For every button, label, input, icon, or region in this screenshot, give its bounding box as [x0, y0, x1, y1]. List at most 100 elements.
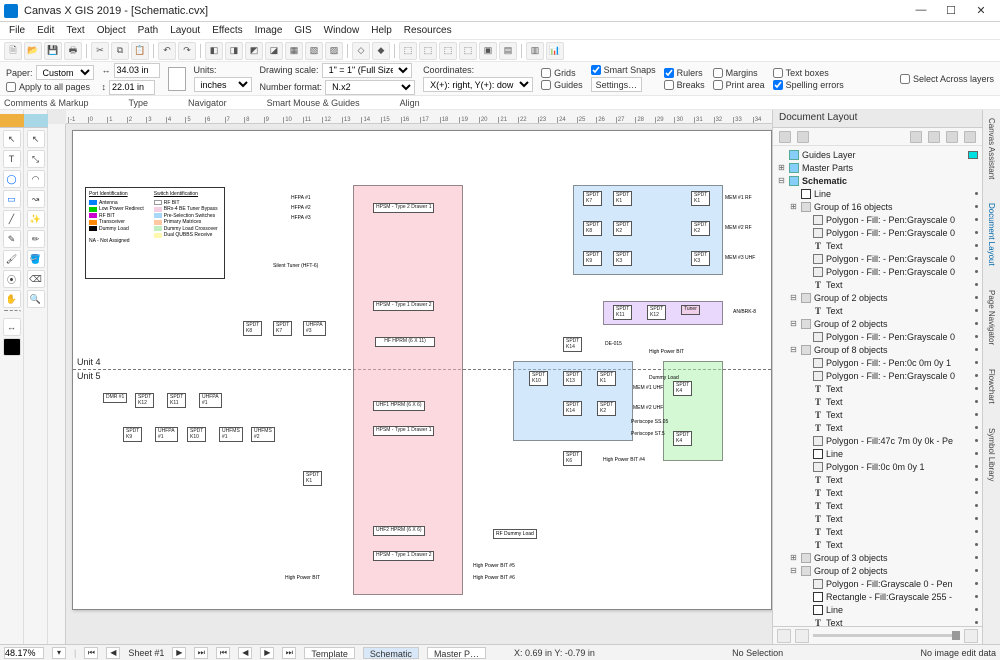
pointer-tool-icon[interactable]: ↖ — [3, 130, 21, 148]
menu-help[interactable]: Help — [366, 24, 397, 37]
paste-icon[interactable]: 📋 — [131, 42, 149, 60]
select-across-checkbox[interactable] — [900, 74, 910, 84]
tree-node[interactable]: TText — [777, 278, 978, 291]
units-select[interactable]: inches — [194, 77, 252, 92]
side-tab-document-layout[interactable]: Document Layout — [987, 201, 996, 268]
arrowline-icon[interactable]: ↔ — [3, 318, 21, 336]
hand-tool-icon[interactable]: ✋ — [3, 290, 21, 308]
footer-icon[interactable] — [777, 629, 791, 643]
tool-icon[interactable]: ▦ — [285, 42, 303, 60]
nav-icon[interactable]: ⏮ — [216, 647, 230, 659]
next-page-icon[interactable]: ▶ — [172, 647, 186, 659]
smart-snaps-checkbox[interactable] — [591, 65, 601, 75]
bucket-tool-icon[interactable]: 🪣 — [27, 250, 45, 268]
tree-node[interactable]: Polygon - Fill: - Pen:Grayscale 0 — [777, 226, 978, 239]
text-tool-icon[interactable]: T — [3, 150, 21, 168]
tree-node[interactable]: ⊟Group of 2 objects — [777, 317, 978, 330]
tool-icon[interactable]: ◧ — [205, 42, 223, 60]
tree-node[interactable]: Polygon - Fill: - Pen:0c 0m 0y 1 — [777, 356, 978, 369]
guides-checkbox[interactable] — [541, 80, 551, 90]
palette-handle[interactable] — [24, 114, 48, 128]
duplicate-layer-icon[interactable] — [797, 131, 809, 143]
subtab-smart[interactable]: Smart Mouse & Guides — [267, 98, 360, 108]
tool-icon[interactable]: ⬚ — [439, 42, 457, 60]
menu-resources[interactable]: Resources — [399, 24, 457, 37]
side-tab-page-navigator[interactable]: Page Navigator — [987, 288, 996, 347]
nav-icon[interactable]: ▶ — [260, 647, 274, 659]
tree-node[interactable]: Polygon - Fill: - Pen:Grayscale 0 — [777, 252, 978, 265]
tree-node[interactable]: ⊟Schematic — [777, 174, 978, 187]
breaks-checkbox[interactable] — [664, 80, 674, 90]
open-icon[interactable]: 📂 — [24, 42, 42, 60]
maximize-button[interactable]: ☐ — [936, 4, 966, 17]
footer-icon[interactable] — [795, 629, 809, 643]
eraser-tool-icon[interactable]: ⌫ — [27, 270, 45, 288]
tree-node[interactable]: TText — [777, 512, 978, 525]
tree-node[interactable]: ⊞Master Parts — [777, 161, 978, 174]
prev-page-icon[interactable]: ◀ — [106, 647, 120, 659]
print-layer-icon[interactable] — [946, 131, 958, 143]
tree-node[interactable]: Line — [777, 603, 978, 616]
lasso-tool-icon[interactable]: ◠ — [27, 170, 45, 188]
node-tool-icon[interactable]: ⤡ — [27, 150, 45, 168]
tree-node[interactable]: Line — [777, 187, 978, 200]
tree-node[interactable]: ⊟Group of 8 objects — [777, 343, 978, 356]
tree-node[interactable]: TText — [777, 616, 978, 626]
direct-select-icon[interactable]: ↖ — [27, 130, 45, 148]
menu-layout[interactable]: Layout — [165, 24, 205, 37]
path-tool-icon[interactable]: ↝ — [27, 190, 45, 208]
visibility-icon[interactable] — [910, 131, 922, 143]
palette-handle[interactable] — [0, 114, 24, 128]
tool-icon[interactable]: ◩ — [245, 42, 263, 60]
text-boxes-checkbox[interactable] — [773, 68, 783, 78]
tree-node[interactable]: Polygon - Fill:Grayscale 0 - Pen — [777, 577, 978, 590]
eyedrop-tool-icon[interactable]: ⦿ — [3, 270, 21, 288]
tree-node[interactable]: TText — [777, 395, 978, 408]
new-file-icon[interactable]: 🗎 — [4, 42, 22, 60]
tree-node[interactable]: Polygon - Fill:0c 0m 0y 1 — [777, 460, 978, 473]
subtab-align[interactable]: Align — [400, 98, 420, 108]
tree-node[interactable]: Polygon - Fill: - Pen:Grayscale 0 — [777, 213, 978, 226]
tree-node[interactable]: TText — [777, 421, 978, 434]
number-format-select[interactable]: N.x2 — [325, 80, 415, 95]
ellipse-tool-icon[interactable]: ◯ — [3, 170, 21, 188]
height-input[interactable] — [109, 80, 155, 95]
sheet-tab-template[interactable]: Template — [304, 647, 355, 659]
menu-path[interactable]: Path — [133, 24, 164, 37]
tree-node[interactable]: TText — [777, 382, 978, 395]
canvas-viewport[interactable]: -101234567891011121314151617181920212223… — [48, 110, 772, 644]
delete-icon[interactable] — [964, 629, 978, 643]
line-tool-icon[interactable]: ╱ — [3, 210, 21, 228]
tree-node[interactable]: ⊟Group of 2 objects — [777, 564, 978, 577]
menu-edit[interactable]: Edit — [32, 24, 59, 37]
sheet-tab-schematic[interactable]: Schematic — [363, 647, 419, 659]
tool-icon[interactable]: ⬚ — [459, 42, 477, 60]
tree-node[interactable]: Polygon - Fill: - Pen:Grayscale 0 — [777, 330, 978, 343]
nav-icon[interactable]: ◀ — [238, 647, 252, 659]
tree-node[interactable]: TText — [777, 473, 978, 486]
save-icon[interactable]: 💾 — [44, 42, 62, 60]
menu-gis[interactable]: GIS — [289, 24, 316, 37]
copy-icon[interactable]: ⧉ — [111, 42, 129, 60]
tree-node[interactable]: Polygon - Fill: - Pen:Grayscale 0 — [777, 265, 978, 278]
brush-tool-icon[interactable]: 🖌 — [3, 250, 21, 268]
zoom-tool-icon[interactable]: 🔍 — [27, 290, 45, 308]
tool-icon[interactable]: ◪ — [265, 42, 283, 60]
first-page-icon[interactable]: ⏮ — [84, 647, 98, 659]
menu-image[interactable]: Image — [250, 24, 288, 37]
wand-tool-icon[interactable]: ✨ — [27, 210, 45, 228]
tree-node[interactable]: Line — [777, 447, 978, 460]
new-layer-icon[interactable] — [779, 131, 791, 143]
menu-window[interactable]: Window — [319, 24, 365, 37]
menu-effects[interactable]: Effects — [207, 24, 247, 37]
sheet-tab-master[interactable]: Master P… — [427, 647, 486, 659]
tree-node[interactable]: Polygon - Fill:47c 7m 0y 0k - Pe — [777, 434, 978, 447]
coordinates-select[interactable]: X(+): right, Y(+): down — [423, 77, 533, 92]
menu-file[interactable]: File — [4, 24, 30, 37]
nav-icon[interactable]: ⏭ — [282, 647, 296, 659]
tree-node[interactable]: TText — [777, 239, 978, 252]
lock-icon[interactable] — [928, 131, 940, 143]
last-page-icon[interactable]: ⏭ — [194, 647, 208, 659]
undo-icon[interactable]: ↶ — [158, 42, 176, 60]
drawing-scale-select[interactable]: 1" = 1" (Full Size) — [322, 63, 412, 78]
